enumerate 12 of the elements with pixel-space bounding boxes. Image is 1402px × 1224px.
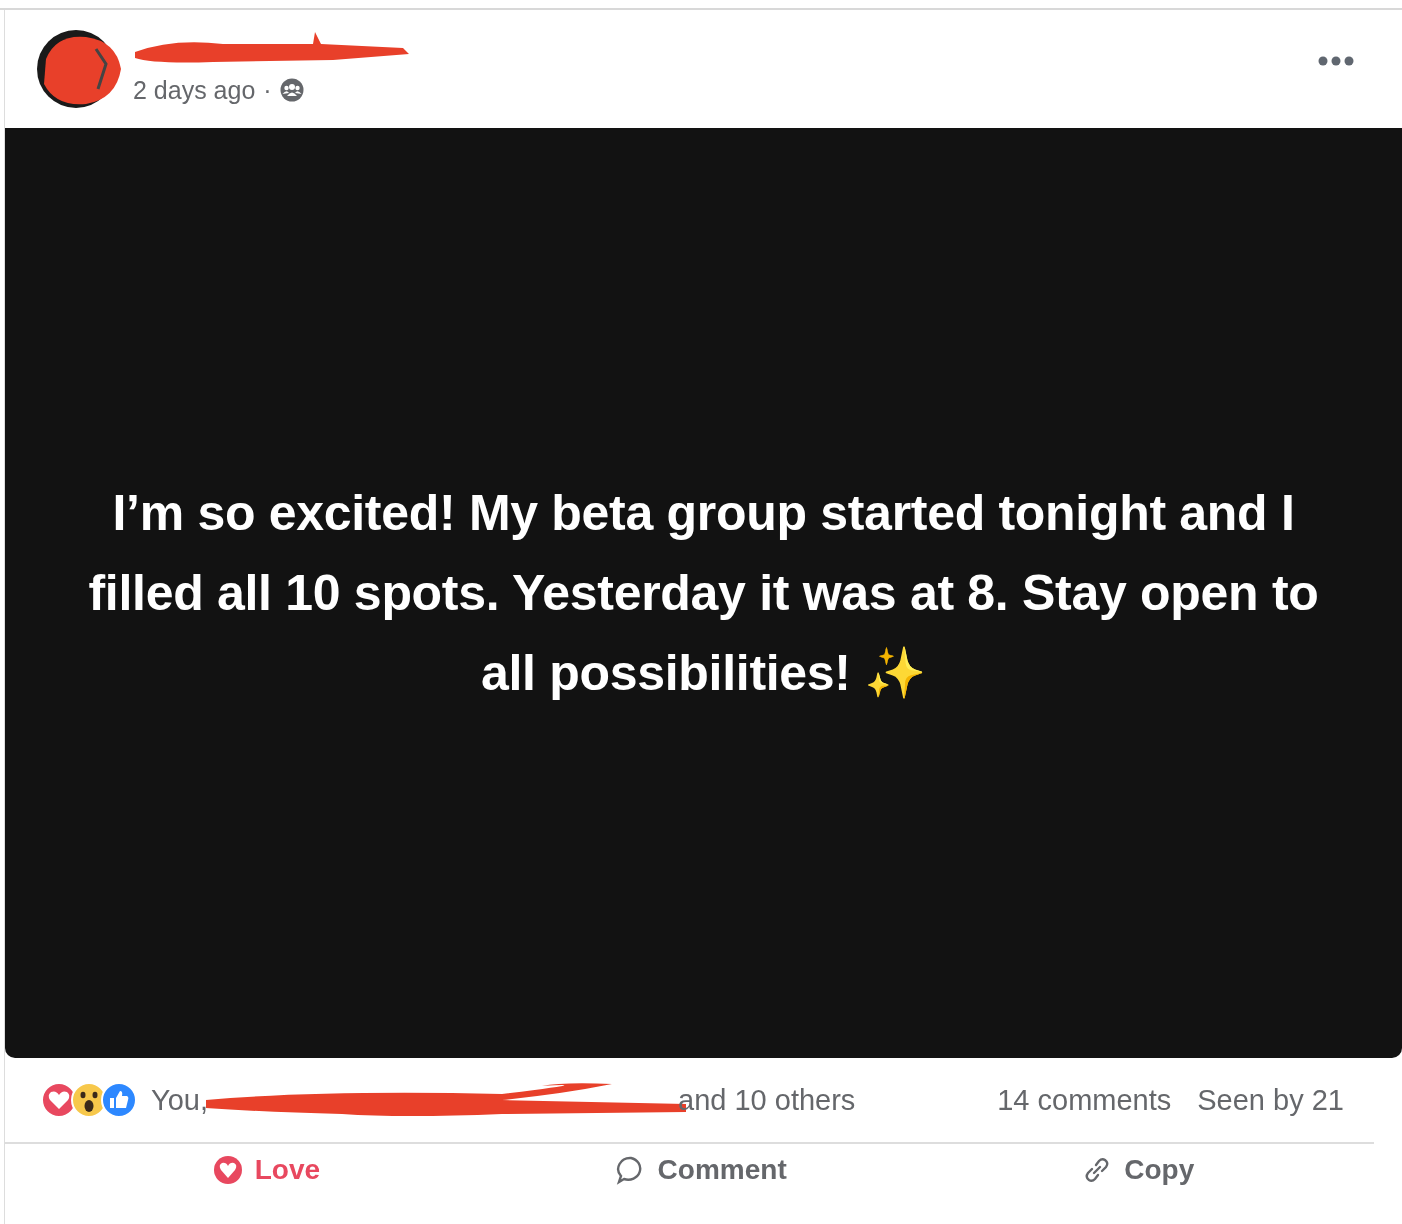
reacted-by-text[interactable]: You, — [151, 1083, 208, 1117]
action-button[interactable]: Copy — [1072, 1150, 1205, 1190]
action-button[interactable]: Love — [202, 1150, 331, 1190]
group-icon[interactable] — [279, 78, 304, 102]
post-text: I’m so excited! My beta group started tonight and I filled all 10 spots. Yesterday it was at 8. Stay open to all possibilities! ✨ — [87, 484, 1320, 703]
post-timestamp[interactable]: 2 days ago — [133, 75, 256, 105]
reacted-by-text[interactable]: and 10 others — [678, 1083, 856, 1117]
comment-count[interactable]: 14 comments — [997, 1083, 1172, 1117]
separator-dot: · — [263, 75, 272, 105]
seen-by-count[interactable]: Seen by 21 — [1197, 1083, 1344, 1117]
more-options-icon[interactable] — [1318, 56, 1354, 66]
action-button[interactable]: Comment — [605, 1150, 797, 1190]
